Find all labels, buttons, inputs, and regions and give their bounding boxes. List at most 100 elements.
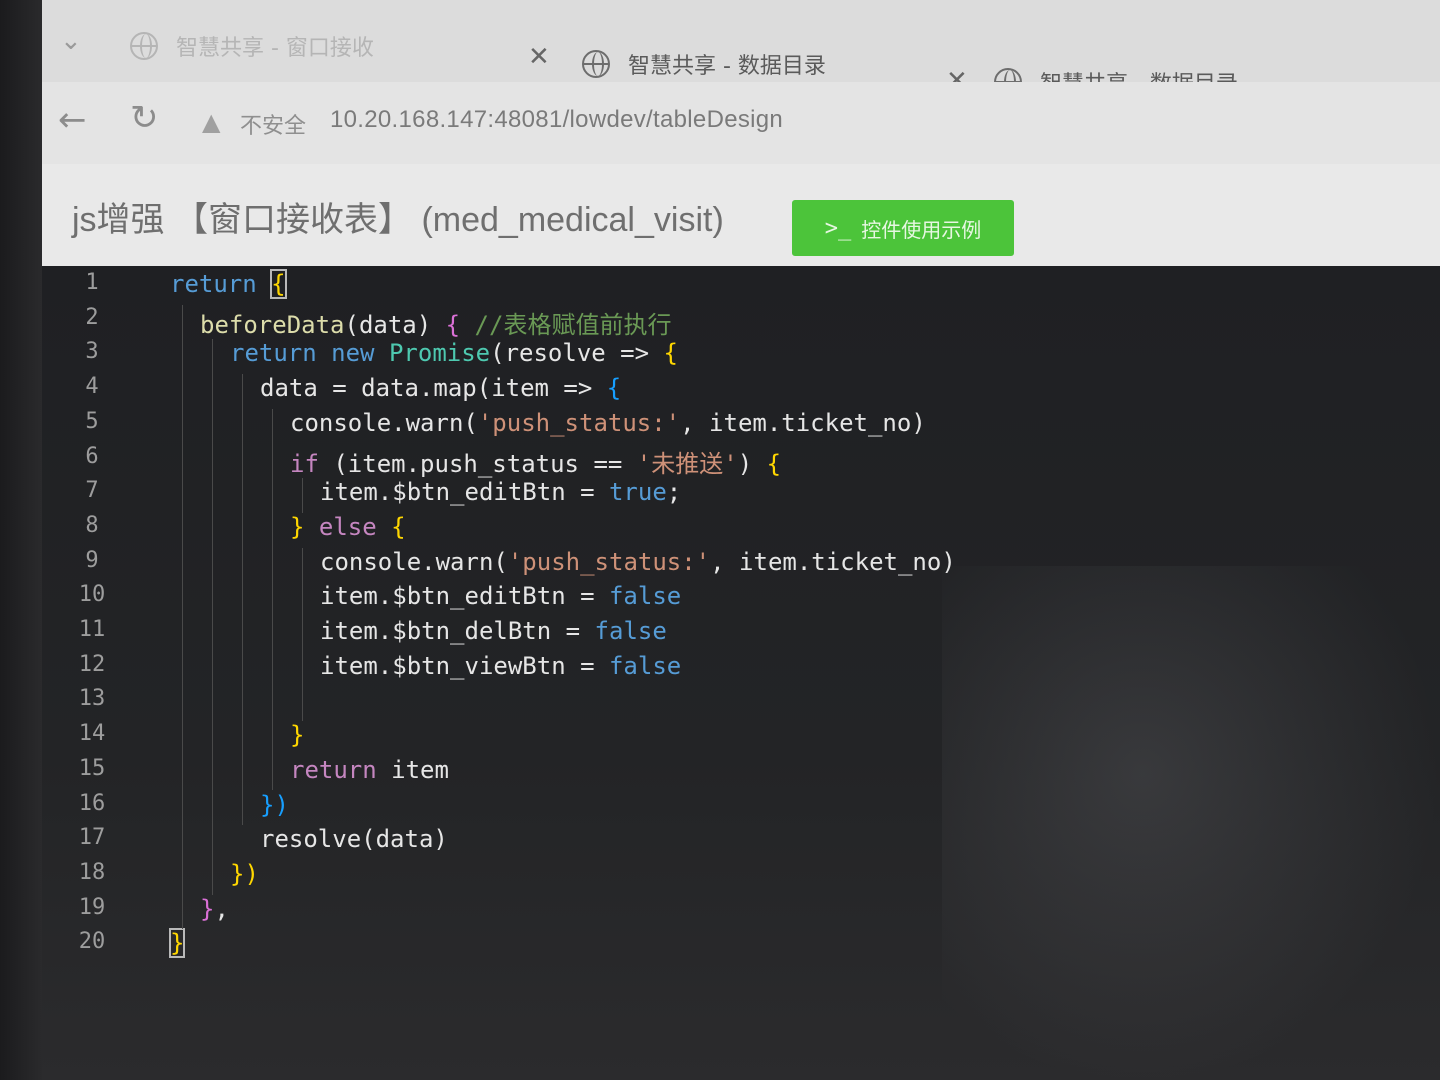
code-token: new [331,339,375,368]
code-line[interactable]: beforeData(data) { //表格赋值前执行 [200,305,671,340]
code-token: item.$btn_delBtn = [320,617,595,645]
code-token: (item.push_status == [318,449,637,478]
tab-data-catalog[interactable]: 智慧共享 - 数据目录 [582,44,826,84]
line-number-gutter: 1 2 3 4 5 6 7 8 9 10 11 12 13 14 15 16 17 18 19 20 [42,266,152,1080]
line-number: 2 [85,304,99,330]
line-number: 9 [85,547,99,573]
code-line[interactable]: item.$btn_delBtn = false [320,617,667,645]
screen-glare [942,566,1440,1080]
line-number: 13 [78,686,106,712]
code-line[interactable]: }) [230,860,259,888]
code-token: true [608,478,667,507]
insecure-label[interactable]: 不安全 [240,108,306,140]
code-token: false [608,651,682,680]
code-line[interactable]: if (item.push_status == '未推送') { [290,444,781,479]
code-token: } [290,721,305,750]
code-token: data = data.map(item => [260,374,607,403]
line-number: 8 [85,512,99,538]
terminal-icon: >_ [824,215,852,241]
indent-guide [302,478,303,513]
line-number: 7 [85,478,99,504]
modal-title: js增强 【窗口接收表】 (med_medical_visit) [72,201,724,239]
code-token: beforeData [200,310,345,339]
code-token: } [200,894,215,923]
url-field[interactable]: 10.20.168.147:48081/lowdev/tableDesign [330,106,783,134]
code-token: else [318,512,377,541]
tab-title: 智慧共享 - 数据目录 [628,54,826,79]
warning-icon[interactable]: ▲ [202,108,220,136]
code-token: Promise [388,339,491,368]
line-number: 19 [78,894,106,920]
tab-search-chevron-icon[interactable]: ⌄ [60,26,82,56]
indent-guide [272,408,273,791]
code-token: false [594,617,667,645]
back-arrow-icon[interactable]: ← [58,100,87,140]
line-number: 1 [85,270,99,295]
code-token: //表格赋值前执行 [460,310,672,339]
code-line[interactable]: }, [200,895,229,923]
reload-icon[interactable]: ↻ [130,98,159,138]
line-number: 14 [78,721,106,747]
globe-icon [582,50,610,78]
code-token: 'push_status:' [477,408,681,437]
modal-header: js增强 【窗口接收表】 (med_medical_visit) >_ 控件使用… [42,164,1440,266]
code-token: return [290,755,377,784]
code-line[interactable]: } else { [290,513,406,541]
code-line[interactable]: console.warn('push_status:', item.ticket… [290,409,926,437]
address-bar: ← ↻ ▲ 不安全 10.20.168.147:48081/lowdev/tab… [42,82,1440,164]
code-token: '未推送' [636,449,738,478]
indent-guide [302,547,303,722]
code-line[interactable]: } [168,928,186,959]
code-token: ; [666,478,682,507]
code-token: (resolve => [490,339,664,368]
indent-guide [182,304,183,930]
control-demo-button[interactable]: >_ 控件使用示例 [792,200,1014,256]
code-line[interactable]: item.$btn_editBtn = false [320,582,681,610]
code-line[interactable]: data = data.map(item => { [260,374,621,402]
code-line[interactable]: return { [170,269,287,299]
line-number: 20 [78,929,106,955]
code-line[interactable]: } [290,721,304,749]
line-number: 11 [78,617,106,642]
indent-guide [242,374,243,826]
browser-tab-bar: ⌄ 智慧共享 - 窗口接收 ✕ 智慧共享 - 数据目录 ✕ 智慧共享 - 数据目… [42,0,1440,97]
monitor-bezel [0,0,42,1080]
code-line[interactable]: return item [290,756,449,784]
line-number: 16 [78,790,106,816]
code-line[interactable]: console.warn('push_status:', item.ticket… [320,548,956,576]
code-token: (data) [344,310,446,339]
code-token: { [663,339,678,368]
line-number: 18 [78,859,106,885]
line-number: 3 [85,339,99,365]
code-token: , item.ticket_no) [680,408,926,437]
code-line[interactable]: item.$btn_editBtn = true; [320,478,681,506]
code-token: resolve(data) [260,825,448,854]
line-number: 12 [78,651,106,677]
code-token: ) [737,449,767,478]
code-token: { [445,310,461,339]
code-line[interactable]: item.$btn_viewBtn = false [320,652,681,680]
code-line[interactable]: }) [260,791,289,819]
line-number: 5 [85,408,99,434]
code-token: } [290,512,305,541]
demo-button-label: 控件使用示例 [861,217,982,242]
tab-title: 智慧共享 - 窗口接收 [176,36,374,61]
code-token: }) [230,859,259,888]
code-token: }) [260,790,289,819]
tab-close-icon[interactable]: ✕ [528,42,550,72]
tab-window-receive[interactable]: 智慧共享 - 窗口接收 [130,26,374,66]
line-number: 17 [78,825,106,851]
line-number: 10 [78,582,106,608]
code-token: , [214,894,229,923]
code-token: { [766,449,782,478]
code-line[interactable]: resolve(data) [260,825,448,853]
globe-icon [130,32,158,60]
code-line[interactable]: return new Promise(resolve => { [230,339,678,367]
code-token: , item.ticket_no) [710,547,956,576]
code-token: item.$btn_viewBtn = [320,651,609,680]
code-editor[interactable]: 1 2 3 4 5 6 7 8 9 10 11 12 13 14 15 16 17 18 19 20 return {… [42,266,1440,1080]
code-token: if [290,449,319,478]
